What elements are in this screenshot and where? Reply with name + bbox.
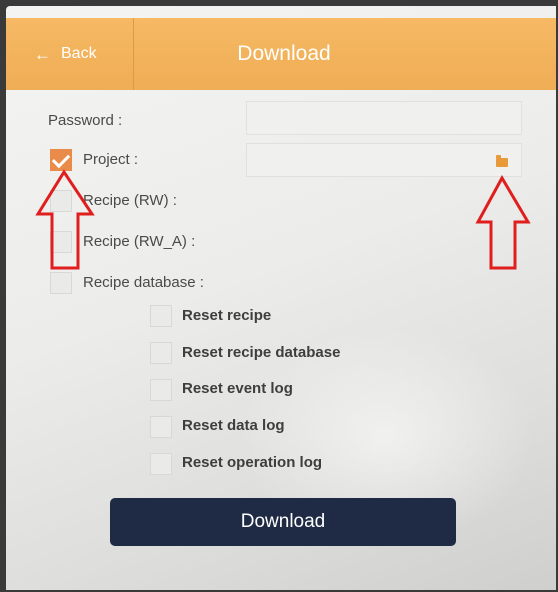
reset-recipe-checkbox[interactable] [150, 305, 172, 327]
reset-data-log-checkbox[interactable] [150, 416, 172, 438]
download-button[interactable]: Download [110, 498, 456, 546]
project-checkbox[interactable] [50, 149, 72, 171]
recipe-database-label: Recipe database : [83, 274, 204, 291]
title-bar: ← Back Download [6, 18, 556, 90]
password-input[interactable] [246, 101, 522, 135]
recipe-rw-a-checkbox[interactable] [50, 231, 72, 253]
checkmark-icon [51, 149, 71, 169]
recipe-database-checkbox[interactable] [50, 272, 72, 294]
reset-recipe-database-checkbox[interactable] [150, 342, 172, 364]
project-path-field[interactable] [246, 143, 522, 177]
reset-data-log-label: Reset data log [182, 417, 285, 434]
arrow-left-icon: ← [34, 44, 51, 64]
back-button[interactable]: ← Back [6, 18, 134, 90]
password-label: Password : [48, 112, 123, 129]
reset-event-log-checkbox[interactable] [150, 379, 172, 401]
project-label: Project : [83, 151, 139, 168]
back-label: Back [61, 45, 97, 62]
annotation-arrow-right [475, 174, 531, 270]
reset-operation-log-checkbox[interactable] [150, 453, 172, 475]
folder-icon[interactable] [496, 155, 508, 167]
annotation-arrow-left [35, 169, 95, 270]
page-title: Download [237, 42, 331, 65]
download-screen: ← Back Download Password : Project : Rec… [6, 6, 556, 590]
reset-event-log-label: Reset event log [182, 380, 293, 397]
recipe-rw-label: Recipe (RW) : [83, 192, 177, 209]
reset-recipe-label: Reset recipe [182, 307, 272, 324]
reset-recipe-database-label: Reset recipe database [182, 344, 341, 361]
recipe-rw-checkbox[interactable] [50, 190, 72, 212]
recipe-rw-a-label: Recipe (RW_A) : [83, 233, 196, 250]
reset-operation-log-label: Reset operation log [182, 454, 323, 471]
